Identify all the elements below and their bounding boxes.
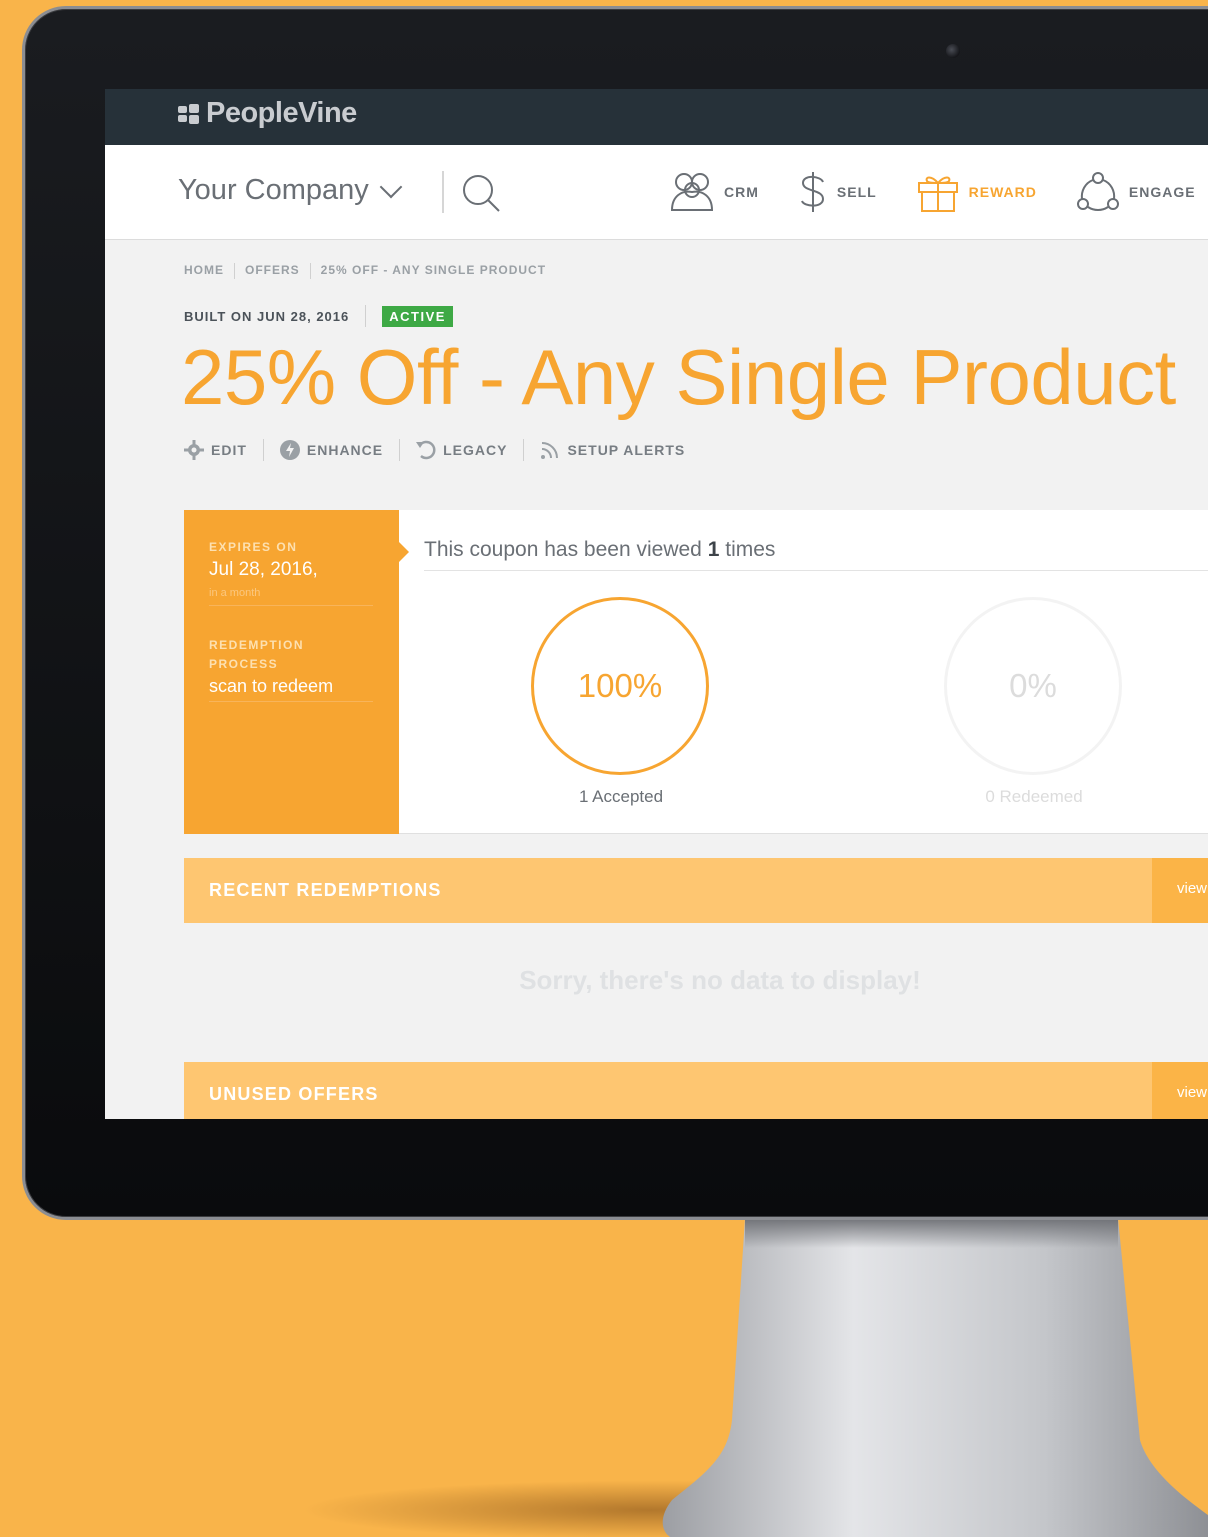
search-icon[interactable] [461, 173, 501, 213]
status-badge: ACTIVE [382, 305, 453, 327]
gear-icon [184, 440, 204, 460]
offer-actions: EDIT ENHANCE LEGACY SETUP ALERTS [184, 439, 685, 461]
rss-icon [541, 442, 559, 459]
expires-value: Jul 28, 2016, [209, 559, 318, 580]
page-title: 25% Off - Any Single Product [181, 333, 1176, 421]
offer-stats-panel: EXPIRES ON Jul 28, 2016, in a month REDE… [184, 510, 1208, 834]
enhance-label: ENHANCE [306, 442, 384, 458]
accepted-percent: 100% [577, 667, 663, 704]
viewed-prefix: This coupon has been viewed [424, 538, 702, 561]
nav-label-crm: CRM [724, 184, 759, 200]
edit-label: EDIT [211, 442, 247, 458]
divider [262, 439, 264, 461]
expires-block: EXPIRES ON Jul 28, 2016, in a month [209, 538, 373, 606]
top-bar: PeopleVine [105, 89, 1208, 145]
chevron-down-icon [379, 175, 403, 198]
divider [399, 439, 401, 461]
unused-offers-header: UNUSED OFFERS view [184, 1062, 1208, 1119]
gift-icon [917, 176, 958, 212]
offer-details-sidebar: EXPIRES ON Jul 28, 2016, in a month REDE… [184, 510, 409, 834]
offer-meta: BUILT ON JUN 28, 2016 ACTIVE [184, 305, 453, 327]
logo-text: PeopleVine [206, 97, 357, 129]
breadcrumb-offers[interactable]: OFFERS [245, 263, 300, 279]
logo[interactable]: PeopleVine [178, 97, 357, 130]
nav-item-reward[interactable]: REWARD [917, 171, 1037, 213]
recent-redemptions-title: RECENT REDEMPTIONS [209, 880, 442, 900]
setup-alerts-button[interactable]: SETUP ALERTS [540, 440, 685, 460]
edit-button[interactable]: EDIT [184, 440, 247, 460]
breadcrumb-divider [309, 263, 311, 279]
expires-label: EXPIRES ON [209, 540, 298, 554]
redemption-value: scan to redeem [209, 676, 334, 696]
enhance-button[interactable]: ENHANCE [279, 440, 384, 460]
unused-offers-view-link[interactable]: view [1152, 1062, 1208, 1119]
company-selector[interactable]: Your Company [178, 174, 403, 207]
nav-item-crm[interactable]: CRM [670, 170, 759, 214]
nav-item-sell[interactable]: SELL [799, 170, 877, 214]
dollar-icon [800, 172, 824, 212]
built-on-date: BUILT ON JUN 28, 2016 [184, 308, 350, 324]
accepted-gauge: 100% 1 Accepted [531, 597, 711, 807]
breadcrumb-current: 25% OFF - ANY SINGLE PRODUCT [320, 263, 547, 277]
redeemed-gauge: 0% 0 Redeemed [944, 597, 1124, 807]
nav-label-reward: REWARD [968, 184, 1037, 200]
nav-label-engage: ENGAGE [1128, 184, 1196, 200]
divider [365, 305, 367, 327]
setup-alerts-label: SETUP ALERTS [567, 442, 686, 458]
redemption-label: REDEMPTION PROCESS [209, 638, 305, 671]
breadcrumb-divider [234, 263, 235, 279]
main-nav: Your Company CRM SELL REWARD ENGAGE [105, 145, 1208, 240]
accepted-caption: 1 Accepted [578, 787, 664, 806]
company-name: Your Company [178, 174, 369, 206]
screen: PeopleVine Your Company CRM SELL REWARD … [105, 89, 1208, 1119]
legacy-label: LEGACY [443, 442, 508, 458]
breadcrumb: HOME OFFERS 25% OFF - ANY SINGLE PRODUCT [184, 263, 546, 279]
recent-redemptions-view-link[interactable]: view [1152, 858, 1208, 923]
breadcrumb-home[interactable]: HOME [184, 263, 224, 279]
viewed-count: 1 [707, 538, 720, 561]
redeemed-ring: 0% [944, 597, 1122, 775]
logo-icon [178, 103, 200, 124]
nav-item-engage[interactable]: ENGAGE [1076, 171, 1196, 213]
redemption-block: REDEMPTION PROCESS scan to redeem [209, 636, 373, 702]
accepted-ring: 100% [531, 597, 709, 775]
network-icon [1076, 172, 1119, 211]
view-count-text: This coupon has been viewed 1 times [424, 538, 1208, 571]
viewed-suffix: times [725, 538, 776, 561]
recent-redemptions-header: RECENT REDEMPTIONS view [184, 858, 1208, 923]
divider [523, 439, 525, 461]
redeemed-caption: 0 Redeemed [985, 787, 1083, 806]
undo-icon [416, 440, 436, 460]
legacy-button[interactable]: LEGACY [416, 440, 507, 460]
redeemed-percent: 0% [1009, 667, 1057, 704]
camera [946, 44, 960, 58]
people-icon [670, 173, 714, 211]
monitor-shadow [300, 1480, 1000, 1537]
nav-label-sell: SELL [836, 184, 877, 200]
divider [442, 171, 444, 213]
unused-offers-title: UNUSED OFFERS [209, 1084, 379, 1104]
empty-state-message: Sorry, there's no data to display! [519, 965, 921, 995]
expires-relative: in a month [209, 587, 261, 599]
bolt-icon [279, 440, 300, 460]
